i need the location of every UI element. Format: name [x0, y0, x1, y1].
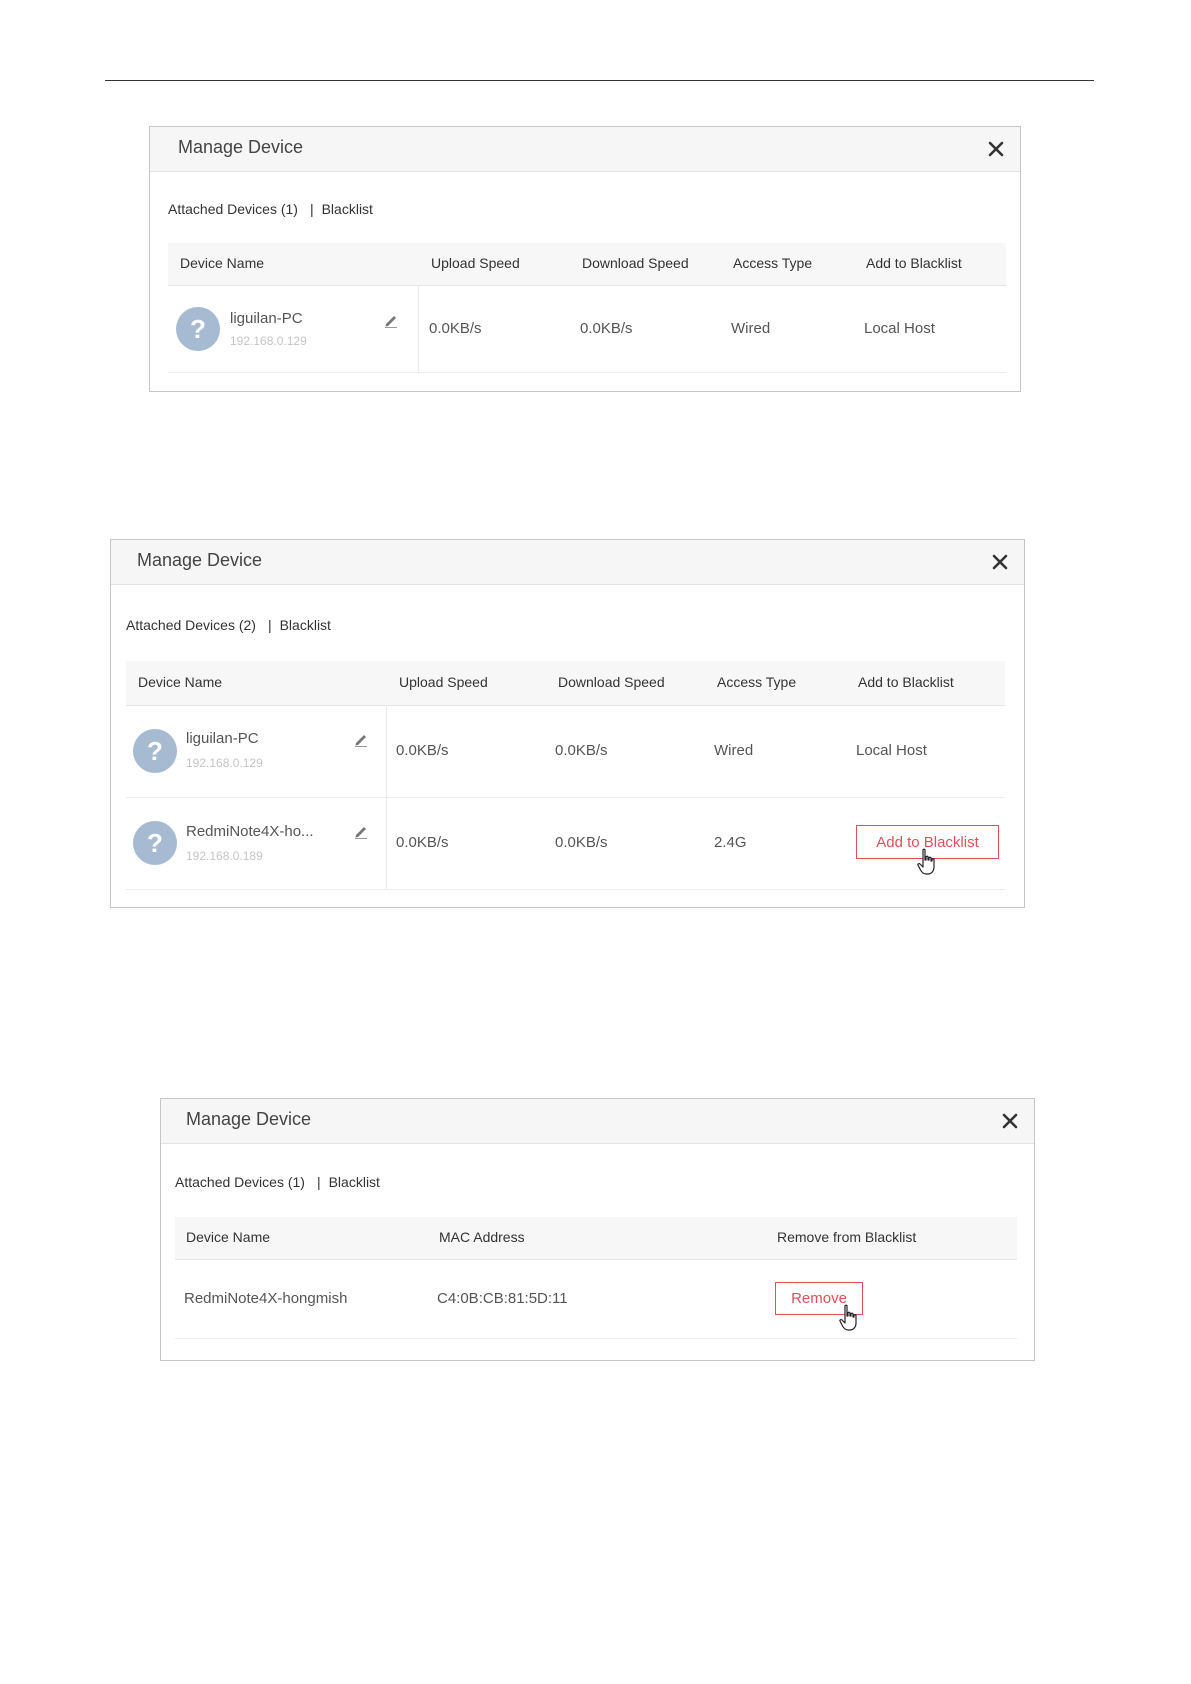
dialog-tabs: Attached Devices (1) | Blacklist — [175, 1174, 380, 1190]
column-access-type: Access Type — [733, 255, 813, 271]
cell-divider — [386, 798, 387, 889]
table-row: RedmiNote4X-hongmish C4:0B:CB:81:5D:11 R… — [175, 1260, 1017, 1339]
table-header: Device Name Upload Speed Download Speed … — [168, 243, 1006, 286]
close-icon[interactable] — [990, 552, 1010, 572]
tab-attached-devices[interactable]: Attached Devices (1) — [175, 1174, 305, 1190]
access-type-value: Wired — [731, 320, 771, 337]
pencil-icon[interactable] — [353, 731, 369, 747]
device-ip: 192.168.0.129 — [230, 334, 307, 348]
close-icon[interactable] — [1000, 1111, 1020, 1131]
column-download-speed: Download Speed — [558, 674, 665, 690]
upload-speed-value: 0.0KB/s — [396, 834, 449, 851]
tab-blacklist[interactable]: Blacklist — [280, 617, 331, 633]
download-speed-value: 0.0KB/s — [555, 742, 608, 759]
column-device-name: Device Name — [180, 255, 265, 271]
local-host-label: Local Host — [864, 320, 935, 337]
question-mark-icon: ? — [133, 821, 177, 865]
table-header: Device Name MAC Address Remove from Blac… — [175, 1217, 1017, 1260]
access-type-value: 2.4G — [714, 834, 747, 851]
dialog-title: Manage Device — [178, 137, 304, 157]
dialog-tabs: Attached Devices (1) | Blacklist — [168, 201, 373, 217]
dialog-header: Manage Device — [161, 1099, 1034, 1144]
tab-separator: | — [267, 617, 272, 633]
pencil-icon[interactable] — [353, 823, 369, 839]
device-name: RedmiNote4X-hongmish — [184, 1290, 348, 1307]
remove-button[interactable]: Remove — [775, 1282, 863, 1315]
column-upload-speed: Upload Speed — [399, 674, 488, 690]
dialog-header: Manage Device — [111, 540, 1024, 585]
cell-divider — [386, 706, 387, 797]
download-speed-value: 0.0KB/s — [555, 834, 608, 851]
column-device-name: Device Name — [138, 674, 223, 690]
pencil-icon[interactable] — [383, 312, 399, 328]
column-remove-from-blacklist: Remove from Blacklist — [777, 1229, 917, 1245]
device-ip: 192.168.0.129 — [186, 756, 263, 770]
question-mark-icon: ? — [133, 729, 177, 773]
table-header: Device Name Upload Speed Download Speed … — [126, 661, 1005, 706]
upload-speed-value: 0.0KB/s — [429, 320, 482, 337]
column-mac-address: MAC Address — [439, 1229, 525, 1245]
column-add-to-blacklist: Add to Blacklist — [858, 674, 954, 690]
column-add-to-blacklist: Add to Blacklist — [866, 255, 962, 271]
manage-device-dialog-blacklist: Manage Device Attached Devices (1) | Black… — [160, 1098, 1035, 1361]
dialog-title: Manage Device — [137, 550, 263, 570]
tab-separator: | — [309, 201, 314, 217]
question-mark-icon: ? — [176, 307, 220, 351]
close-icon[interactable] — [986, 139, 1006, 159]
access-type-value: Wired — [714, 742, 754, 759]
tab-attached-devices[interactable]: Attached Devices (1) — [168, 201, 298, 217]
table-row: ? RedmiNote4X-ho... 192.168.0.189 0.0KB/… — [126, 798, 1005, 890]
mac-address-value: C4:0B:CB:81:5D:11 — [437, 1290, 568, 1307]
cell-divider — [418, 286, 419, 372]
upload-speed-value: 0.0KB/s — [396, 742, 449, 759]
device-ip: 192.168.0.189 — [186, 849, 263, 863]
tab-separator: | — [316, 1174, 321, 1190]
table-row: ? liguilan-PC 192.168.0.129 0.0KB/s 0.0K… — [168, 286, 1006, 373]
dialog-title: Manage Device — [186, 1109, 312, 1129]
device-name: RedmiNote4X-ho... — [186, 823, 314, 840]
tab-attached-devices[interactable]: Attached Devices (2) — [126, 617, 256, 633]
column-device-name: Device Name — [186, 1229, 271, 1245]
manage-device-dialog-attached-1: Manage Device Attached Devices (1) | Black… — [149, 126, 1021, 392]
add-to-blacklist-button[interactable]: Add to Blacklist — [856, 825, 999, 859]
dialog-header: Manage Device — [150, 127, 1020, 172]
column-upload-speed: Upload Speed — [431, 255, 520, 271]
download-speed-value: 0.0KB/s — [580, 320, 633, 337]
manage-device-dialog-attached-2: Manage Device Attached Devices (2) | Black… — [110, 539, 1025, 908]
tab-blacklist[interactable]: Blacklist — [329, 1174, 380, 1190]
column-download-speed: Download Speed — [582, 255, 689, 271]
device-name: liguilan-PC — [186, 730, 259, 747]
page-top-rule — [105, 80, 1094, 81]
table-row: ? liguilan-PC 192.168.0.129 0.0KB/s 0.0K… — [126, 706, 1005, 798]
dialog-tabs: Attached Devices (2) | Blacklist — [126, 617, 331, 633]
column-access-type: Access Type — [717, 674, 797, 690]
tab-blacklist[interactable]: Blacklist — [322, 201, 373, 217]
device-name: liguilan-PC — [230, 310, 303, 327]
local-host-label: Local Host — [856, 742, 927, 759]
